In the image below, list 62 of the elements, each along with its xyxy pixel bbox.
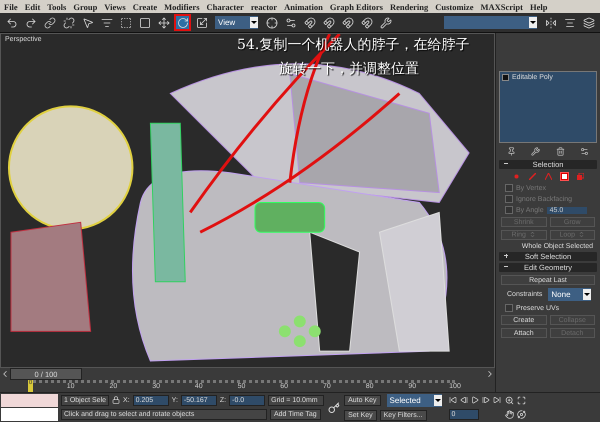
unlink-icon [62,16,74,28]
constraints-dropdown[interactable]: None [548,288,592,301]
go-to-start-icon[interactable] [448,396,457,404]
magnet-icon [342,16,354,28]
list-icon [100,16,112,28]
menu-item[interactable]: Graph Editors [330,2,383,12]
menu-item[interactable]: Create [132,2,158,12]
zoom-icon[interactable] [504,396,514,405]
lock-icon[interactable] [112,396,120,404]
rotate-button[interactable] [174,14,191,31]
named-selection-dropdown[interactable] [444,16,537,29]
zoom-extents-icon[interactable] [516,396,526,405]
move-icon [158,16,170,28]
square-icon [138,16,150,28]
checkbox[interactable] [505,304,513,312]
menu-item[interactable]: reactor [250,2,278,12]
key-icon[interactable] [328,402,340,414]
redo-icon [24,16,36,28]
undo-icon [6,16,18,28]
reference-dropdown[interactable]: View [215,16,258,29]
next-frame-icon[interactable] [482,396,490,404]
listener-swatch [1,394,58,407]
menu-item[interactable]: Character [206,2,244,12]
menu-item[interactable]: File [4,2,18,12]
checkbox[interactable] [505,206,513,214]
dashed-square-icon [120,16,132,28]
crosshair-icon [266,16,278,28]
checkbox[interactable] [505,195,513,203]
scale-icon [196,16,208,28]
layers-icon [582,16,594,28]
pointer-icon [82,16,94,28]
checkbox[interactable] [505,184,513,192]
go-to-end-icon[interactable] [492,396,501,404]
rotate-icon [176,16,188,28]
magnet-icon [304,16,316,28]
wrench-icon [380,16,392,28]
trash-icon[interactable] [556,147,565,156]
previous-frame-icon[interactable] [460,396,468,404]
settings-icon[interactable] [580,147,590,156]
magnet-icon [360,16,372,28]
menu-item[interactable]: Group [73,2,98,12]
pin-icon[interactable] [506,147,516,156]
menu-item[interactable]: MAXScript [480,2,523,12]
listener-swatch [1,408,58,421]
wrench-icon[interactable] [531,147,540,156]
orbit-icon[interactable] [516,410,526,420]
menu-item[interactable]: Edit [24,2,40,12]
menu-item[interactable]: Help [530,2,548,12]
menu-item[interactable]: Views [104,2,126,12]
menu-item[interactable]: Animation [284,2,323,12]
menu-item[interactable]: Modifiers [164,2,200,12]
polygon-level-icon[interactable] [560,172,568,181]
key-set-dropdown[interactable]: Selected [386,394,442,408]
menu-item[interactable]: Rendering [390,2,428,12]
magnet-icon [322,16,334,28]
mirror-icon [544,16,556,28]
menu-item[interactable]: Customize [435,2,474,12]
align-icon [564,16,576,28]
pan-icon[interactable] [504,410,514,420]
link-icon [44,16,56,28]
menu-item[interactable]: Tools [47,2,66,12]
play-icon[interactable] [470,396,479,404]
